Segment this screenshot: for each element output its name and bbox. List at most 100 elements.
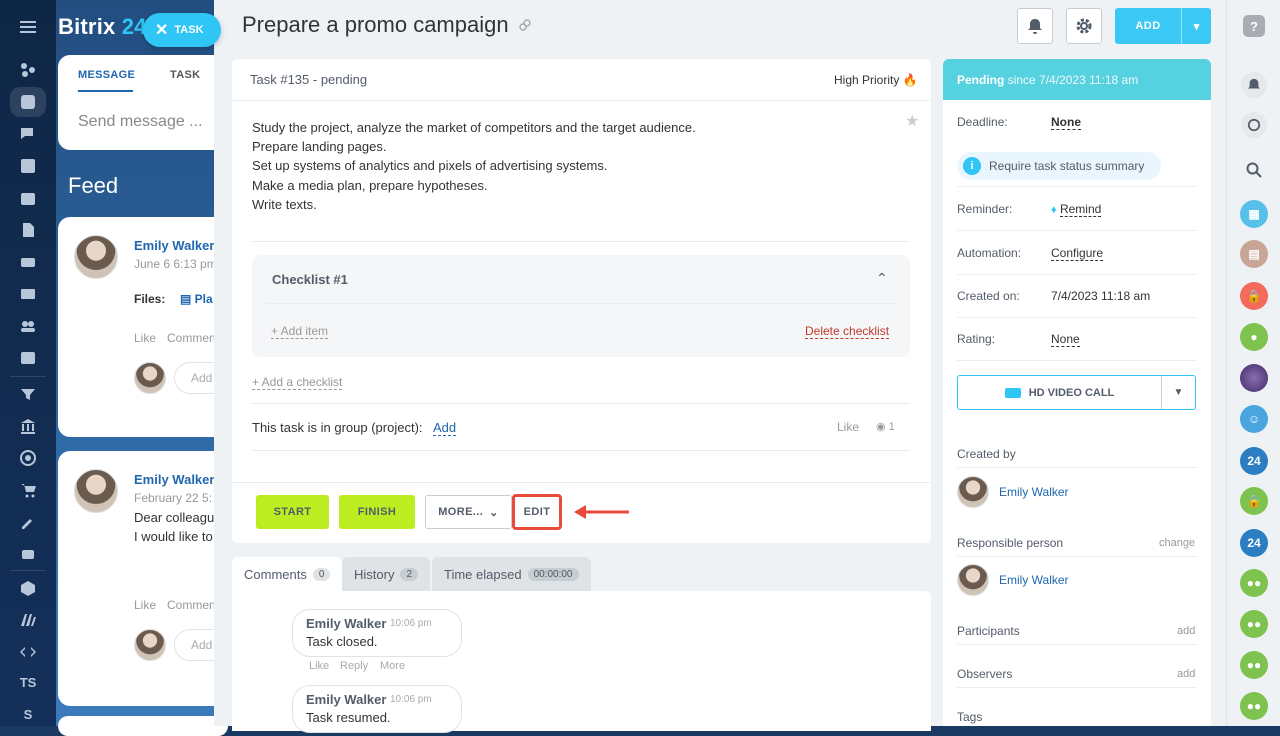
add-observers-link[interactable]: add: [1177, 668, 1195, 680]
bitrix-chat-icon[interactable]: 24: [1240, 529, 1268, 557]
widget-icon[interactable]: [16, 58, 40, 82]
created-by-name[interactable]: Emily Walker: [999, 485, 1069, 499]
comment-text: Task resumed.: [306, 710, 391, 725]
bitrix-chat-icon[interactable]: 24: [1240, 447, 1268, 475]
bank-icon[interactable]: [16, 414, 40, 438]
marketplace-icon[interactable]: [16, 608, 40, 632]
priority-toggle[interactable]: High Priority 🔥: [834, 73, 918, 87]
video-call-button[interactable]: HD VIDEO CALL ▼: [957, 375, 1196, 410]
brand-logo[interactable]: Bitrix 24: [58, 14, 147, 40]
lock-chat-icon[interactable]: 🔒: [1240, 282, 1268, 310]
delete-checklist-link[interactable]: Delete checklist: [805, 324, 890, 339]
sign-icon[interactable]: [16, 510, 40, 534]
status-summary-toggle[interactable]: i Require task status summary: [957, 152, 1161, 180]
chat-icon[interactable]: [16, 122, 40, 146]
avatar[interactable]: [1240, 364, 1268, 392]
reminder-link[interactable]: ♦ Remind: [1051, 202, 1102, 217]
calendar-chat-icon[interactable]: ▦: [1240, 200, 1268, 228]
contact-chat-icon[interactable]: ▤: [1240, 240, 1268, 268]
comment-author[interactable]: Emily Walker: [306, 616, 386, 631]
avatar[interactable]: [957, 476, 989, 508]
tab-message[interactable]: MESSAGE: [78, 69, 135, 81]
robot-icon[interactable]: [16, 542, 40, 566]
comment-time: 10:06 pm: [390, 618, 432, 629]
mail-icon[interactable]: [16, 282, 40, 306]
comment-link[interactable]: Commen: [167, 331, 216, 345]
groups-icon[interactable]: [16, 314, 40, 338]
drive-icon[interactable]: [16, 250, 40, 274]
add-item-link[interactable]: + Add item: [271, 324, 329, 339]
avatar[interactable]: [957, 564, 989, 596]
calendar-icon[interactable]: [16, 186, 40, 210]
group-add-link[interactable]: Add: [433, 420, 457, 436]
finish-button[interactable]: FINISH: [339, 495, 415, 529]
sidebar-label-ts[interactable]: TS: [0, 675, 56, 690]
files-label: Files:: [134, 292, 166, 306]
tab-comments[interactable]: Comments 0: [232, 557, 343, 591]
responsible-name[interactable]: Emily Walker: [999, 573, 1069, 587]
target-icon[interactable]: [16, 446, 40, 470]
chevron-down-icon[interactable]: ▼: [1161, 376, 1195, 409]
composer-input[interactable]: Send message ...: [78, 113, 203, 131]
description-line: Prepare landing pages.: [252, 139, 387, 154]
tab-time-elapsed[interactable]: Time elapsed 00:00:00: [432, 557, 591, 591]
like-link[interactable]: Like: [134, 331, 156, 345]
post-author[interactable]: Emily Walker: [134, 472, 214, 487]
settings-button[interactable]: [1066, 8, 1102, 44]
chevron-down-icon[interactable]: ▾: [1181, 8, 1211, 44]
tasks-icon[interactable]: [16, 154, 40, 178]
divider: [957, 317, 1197, 318]
change-responsible-link[interactable]: change: [1159, 537, 1195, 549]
group-chat-icon[interactable]: ●●: [1240, 610, 1268, 638]
chat-search-icon[interactable]: [1241, 112, 1267, 138]
more-link[interactable]: More: [380, 660, 405, 672]
deadline-value[interactable]: None: [1051, 115, 1081, 130]
automation-link[interactable]: Configure: [1051, 246, 1104, 261]
sidebar-label-s[interactable]: S: [0, 707, 56, 722]
group-chat-icon[interactable]: ☺: [1240, 405, 1268, 433]
group-chat-icon[interactable]: ●●: [1240, 651, 1268, 679]
comment-author[interactable]: Emily Walker: [306, 692, 386, 707]
link-icon[interactable]: [518, 18, 532, 32]
comment-link[interactable]: Commen: [167, 598, 216, 612]
add-participants-link[interactable]: add: [1177, 625, 1195, 637]
post-author[interactable]: Emily Walker: [134, 238, 214, 253]
file-link[interactable]: ▤ Pla: [180, 292, 213, 306]
like-link[interactable]: Like: [134, 598, 156, 612]
tab-history[interactable]: History 2: [342, 557, 431, 591]
menu-icon[interactable]: [16, 15, 40, 39]
star-icon[interactable]: ★: [905, 111, 919, 131]
bell-icon[interactable]: [1241, 72, 1267, 98]
rating-value[interactable]: None: [1051, 332, 1080, 347]
documents-icon[interactable]: [16, 218, 40, 242]
contact-card-icon[interactable]: [16, 346, 40, 370]
cart-icon[interactable]: [16, 478, 40, 502]
search-icon[interactable]: [1243, 159, 1265, 181]
group-chat-icon[interactable]: ●●: [1240, 692, 1268, 720]
crm-filter-icon[interactable]: [16, 382, 40, 406]
tab-task[interactable]: TASK: [170, 69, 200, 81]
like-link[interactable]: Like: [837, 420, 859, 434]
cube-icon[interactable]: [16, 576, 40, 600]
add-checklist-link[interactable]: + Add a checklist: [252, 375, 343, 390]
code-icon[interactable]: [16, 640, 40, 664]
like-link[interactable]: Like: [309, 660, 329, 672]
feed-icon[interactable]: [16, 90, 40, 114]
group-chat-icon[interactable]: ●●: [1240, 569, 1268, 597]
help-icon[interactable]: ?: [1243, 15, 1265, 37]
reply-link[interactable]: Reply: [340, 660, 368, 672]
reminder-label: Reminder:: [957, 202, 1013, 216]
avatar[interactable]: [74, 469, 118, 513]
checklist-title[interactable]: Checklist #1: [272, 272, 348, 287]
avatar[interactable]: [74, 235, 118, 279]
lock-chat-icon[interactable]: 🔒: [1240, 487, 1268, 515]
automation-label: Automation:: [957, 246, 1022, 260]
status-header: Pending since 7/4/2023 11:18 am: [943, 59, 1211, 100]
start-button[interactable]: START: [256, 495, 329, 529]
user-chat-icon[interactable]: ●: [1240, 323, 1268, 351]
close-task-button[interactable]: ✕ TASK: [143, 13, 221, 47]
more-button[interactable]: MORE... ⌄: [425, 495, 512, 529]
chevron-up-icon[interactable]: ⌃: [876, 270, 888, 287]
notifications-button[interactable]: [1017, 8, 1053, 44]
add-button[interactable]: ADD ▾: [1115, 8, 1211, 44]
